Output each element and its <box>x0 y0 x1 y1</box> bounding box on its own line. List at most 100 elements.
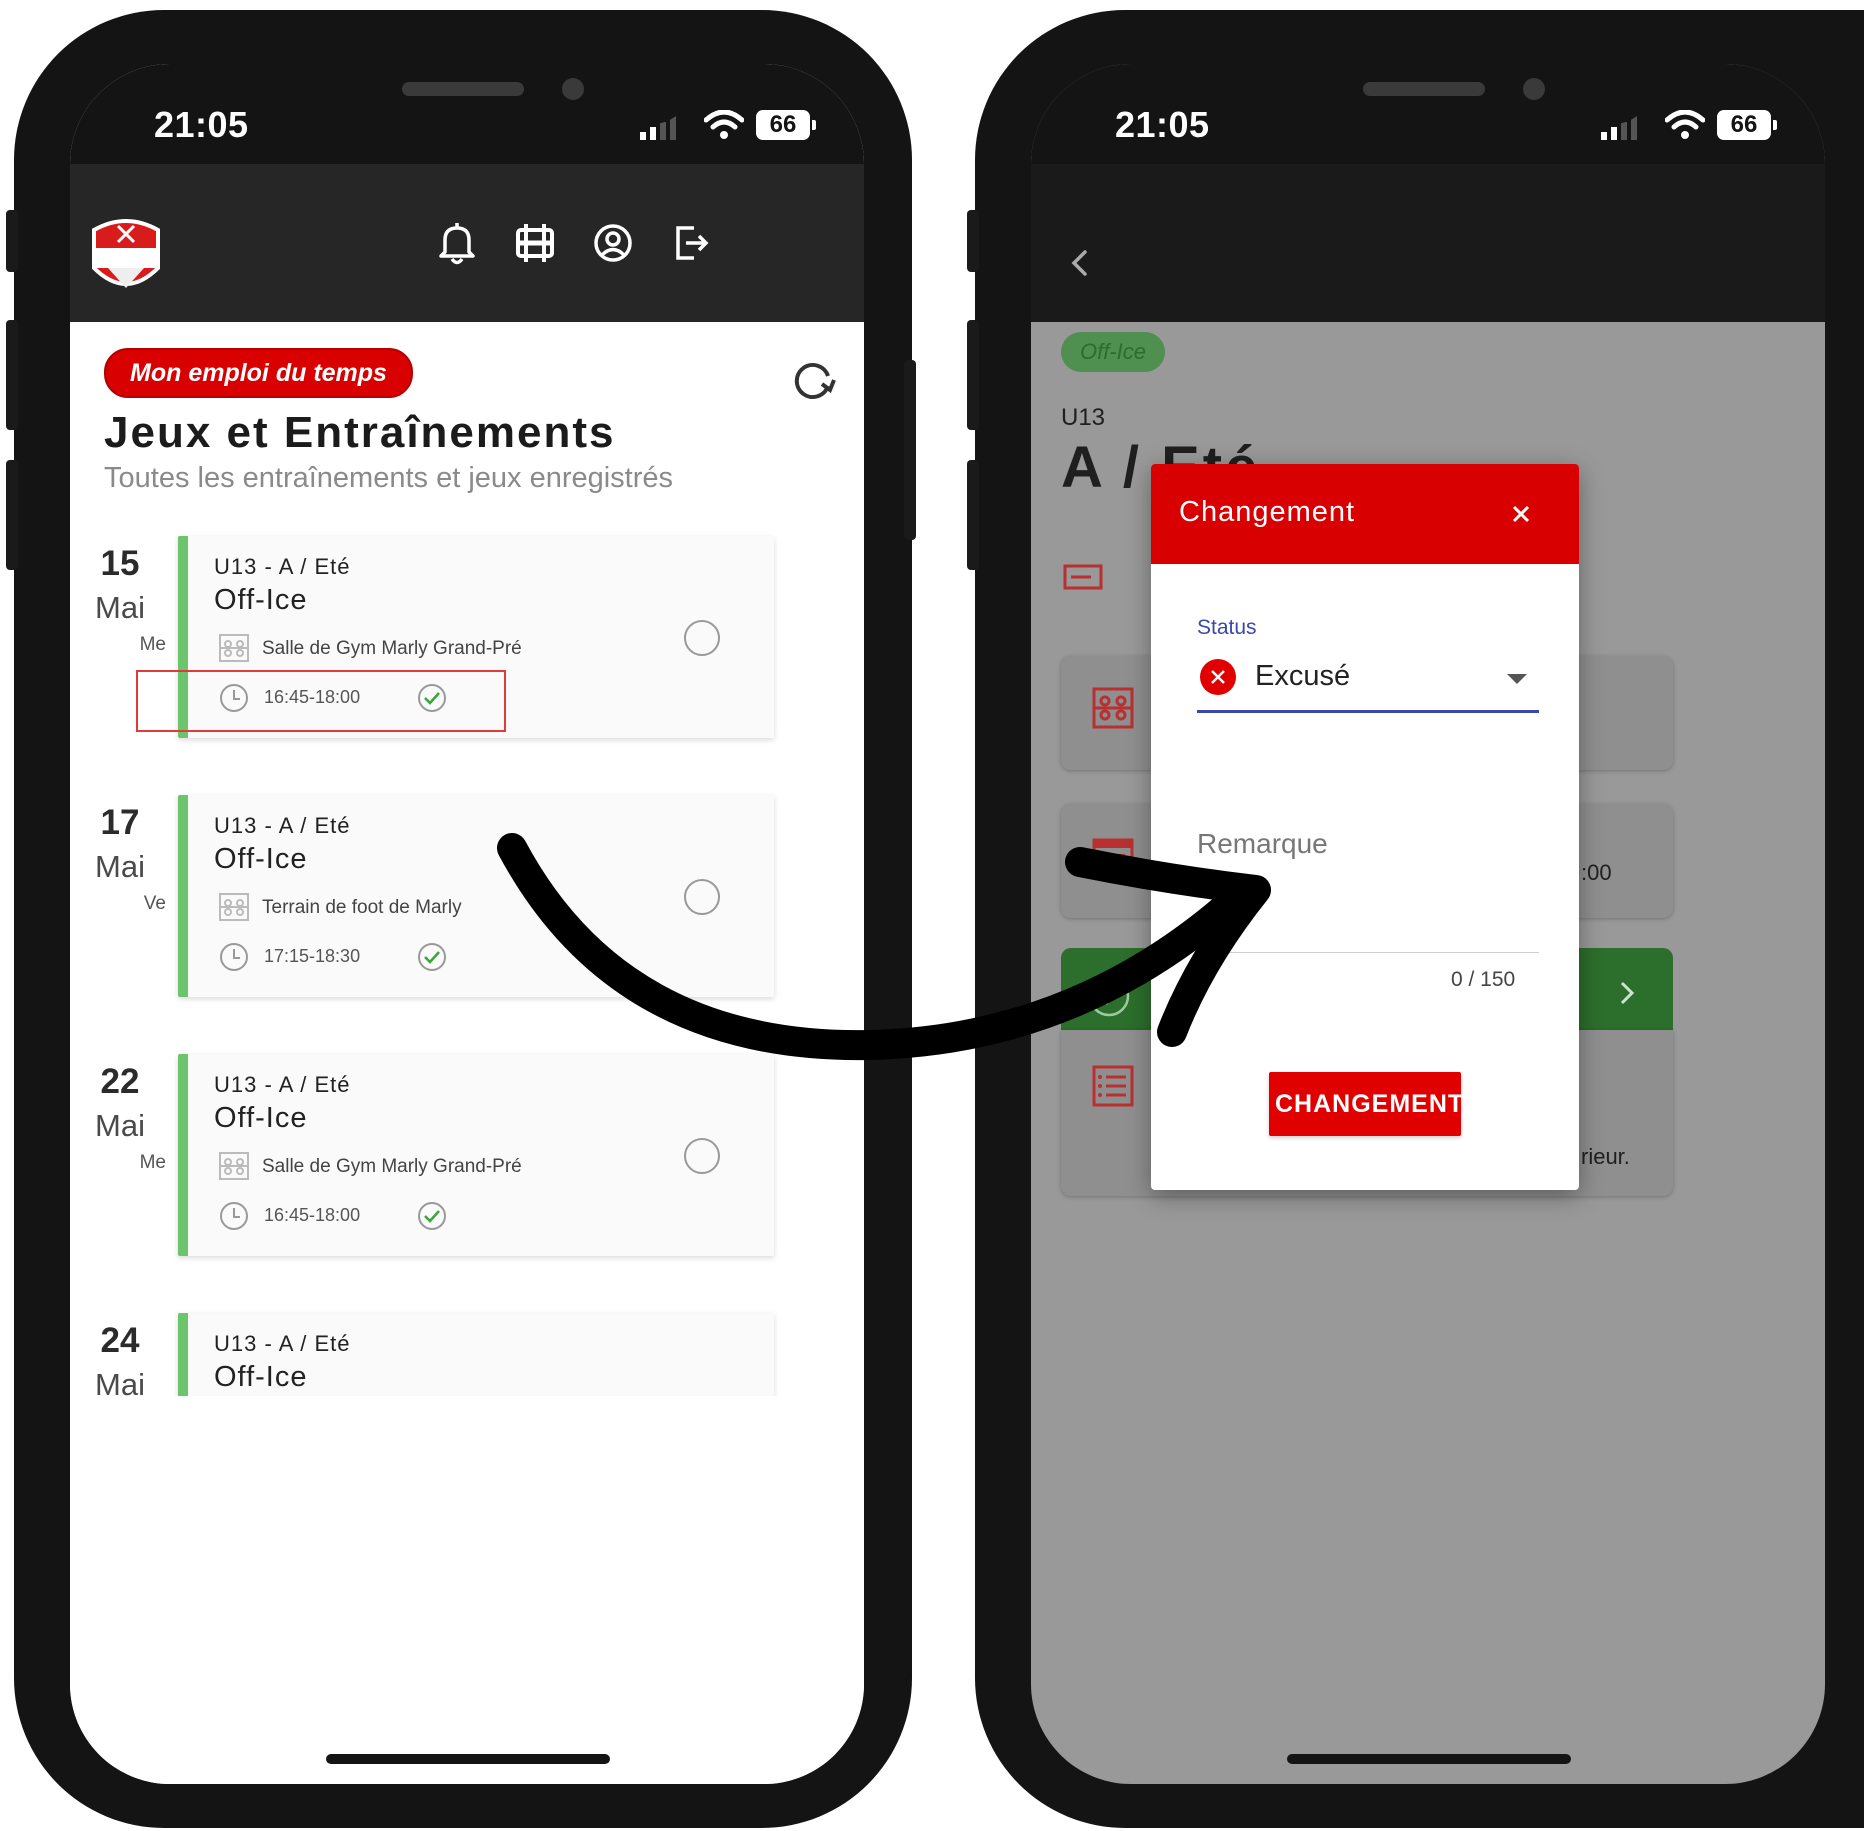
page-subtitle: Toutes les entraînements et jeux enregis… <box>104 462 674 494</box>
wifi-icon <box>704 110 744 139</box>
detail-text-fragment: rieur. <box>1581 1144 1630 1169</box>
date-day: 22 <box>100 1062 140 1101</box>
date-day: 15 <box>100 544 140 583</box>
date-month: Mai <box>95 849 145 884</box>
card-team: U13 - A / Eté <box>214 1331 351 1356</box>
screen-status-change: 21:05 66 Off-Ice U13 A / Eté :00 <box>1031 64 1825 1784</box>
card-team: U13 - A / Eté <box>214 554 351 579</box>
speaker <box>1363 82 1485 96</box>
app-header <box>1031 164 1825 322</box>
card-type: Off-Ice <box>214 1361 308 1393</box>
select-radio[interactable] <box>684 620 720 656</box>
date-day: 24 <box>100 1321 140 1360</box>
date-block: 15 Mai Me <box>70 544 170 656</box>
status-label: Status <box>1197 616 1257 639</box>
location-icon <box>219 1152 249 1180</box>
list-icon <box>1092 1065 1134 1107</box>
side-button <box>6 320 18 430</box>
status-underline <box>1197 710 1539 713</box>
remark-underline <box>1197 952 1539 953</box>
submit-change-button[interactable]: CHANGEMENT <box>1269 1072 1463 1136</box>
card-team: U13 - A / Eté <box>214 1072 351 1097</box>
camera <box>1523 78 1545 100</box>
back-icon[interactable] <box>1065 248 1095 278</box>
myice-logo[interactable] <box>86 216 166 300</box>
date-month: Mai <box>95 1108 145 1143</box>
remark-input[interactable]: Remarque <box>1197 828 1328 860</box>
date-day: 17 <box>100 803 140 842</box>
phone-right: 21:05 66 Off-Ice U13 A / Eté :00 <box>967 10 1864 1828</box>
location-icon <box>1092 687 1134 729</box>
excused-icon <box>1200 659 1236 695</box>
location-icon <box>219 634 249 662</box>
camera <box>562 78 584 100</box>
page-title: Jeux et Entraînements <box>104 408 616 457</box>
status-time: 21:05 <box>1115 104 1210 145</box>
side-button <box>967 320 979 430</box>
detail-team: U13 <box>1061 404 1106 431</box>
training-card[interactable]: U13 - A / Eté Off-Ice Salle de Gym Marly… <box>178 1054 774 1256</box>
refresh-icon[interactable] <box>788 356 838 406</box>
side-button <box>6 210 18 272</box>
home-indicator <box>326 1754 610 1764</box>
notch <box>242 64 692 124</box>
training-card[interactable]: U13 - A / Eté Off-Ice Terrain de foot de… <box>178 795 774 997</box>
clock-icon <box>220 943 248 971</box>
date-weekday: Me <box>139 1152 166 1173</box>
account-icon[interactable] <box>586 216 640 270</box>
close-icon[interactable] <box>1507 500 1535 528</box>
side-button <box>967 210 979 272</box>
check-icon <box>418 1202 446 1230</box>
notch <box>1203 64 1653 124</box>
check-icon <box>1088 975 1130 1017</box>
calendar-icon <box>1092 838 1134 876</box>
logout-icon[interactable] <box>664 216 718 270</box>
char-counter: 0 / 150 <box>1451 968 1516 991</box>
status-change-dialog: Changement Status Excusé Remarque 0 / 15… <box>1151 464 1579 1190</box>
location-icon <box>219 893 249 921</box>
card-type: Off-Ice <box>214 1102 308 1134</box>
battery-indicator: 66 <box>1717 110 1777 140</box>
date-block: 24 Mai <box>70 1321 170 1403</box>
phone-left: 21:05 66 Mon emploi du temps Jeux et Ent… <box>6 10 916 1828</box>
list-bottom-mask <box>70 1396 864 1784</box>
date-block: 22 Mai Me <box>70 1062 170 1174</box>
side-button <box>904 360 916 540</box>
date-block: 17 Mai Ve <box>70 803 170 915</box>
date-month: Mai <box>95 590 145 625</box>
card-location: Terrain de foot de Marly <box>262 897 462 918</box>
status-select[interactable]: Excusé <box>1255 660 1350 693</box>
select-radio[interactable] <box>684 1138 720 1174</box>
bell-icon[interactable] <box>430 216 484 270</box>
chevron-down-icon[interactable] <box>1507 674 1527 684</box>
side-button <box>6 460 18 570</box>
wifi-icon <box>1665 110 1705 139</box>
select-radio[interactable] <box>684 879 720 915</box>
speaker <box>402 82 524 96</box>
highlight-box <box>136 670 506 732</box>
ticket-icon <box>1063 564 1103 590</box>
dialog-title: Changement <box>1179 496 1356 528</box>
chevron-right-icon <box>1620 981 1635 1005</box>
side-button <box>967 460 979 570</box>
dialog-header: Changement <box>1151 464 1579 564</box>
status-time: 21:05 <box>154 104 249 145</box>
home-indicator <box>1287 1754 1571 1764</box>
card-time: 16:45-18:00 <box>264 1205 361 1225</box>
card-location: Salle de Gym Marly Grand-Pré <box>262 1156 522 1177</box>
app-header <box>70 164 864 322</box>
card-time: 17:15-18:30 <box>264 946 361 966</box>
rink-icon[interactable] <box>508 216 562 270</box>
screen-schedule: 21:05 66 Mon emploi du temps Jeux et Ent… <box>70 64 864 1784</box>
schedule-pill[interactable]: Mon emploi du temps <box>104 348 413 398</box>
clock-icon <box>220 1202 248 1230</box>
date-weekday: Ve <box>143 893 166 914</box>
date-weekday: Me <box>139 634 166 655</box>
check-icon <box>418 943 446 971</box>
detail-time-fragment: :00 <box>1581 860 1612 885</box>
type-tag: Off-Ice <box>1061 332 1165 372</box>
card-location: Salle de Gym Marly Grand-Pré <box>262 638 522 659</box>
card-type: Off-Ice <box>214 843 308 875</box>
card-type: Off-Ice <box>214 584 308 616</box>
battery-indicator: 66 <box>756 110 816 140</box>
